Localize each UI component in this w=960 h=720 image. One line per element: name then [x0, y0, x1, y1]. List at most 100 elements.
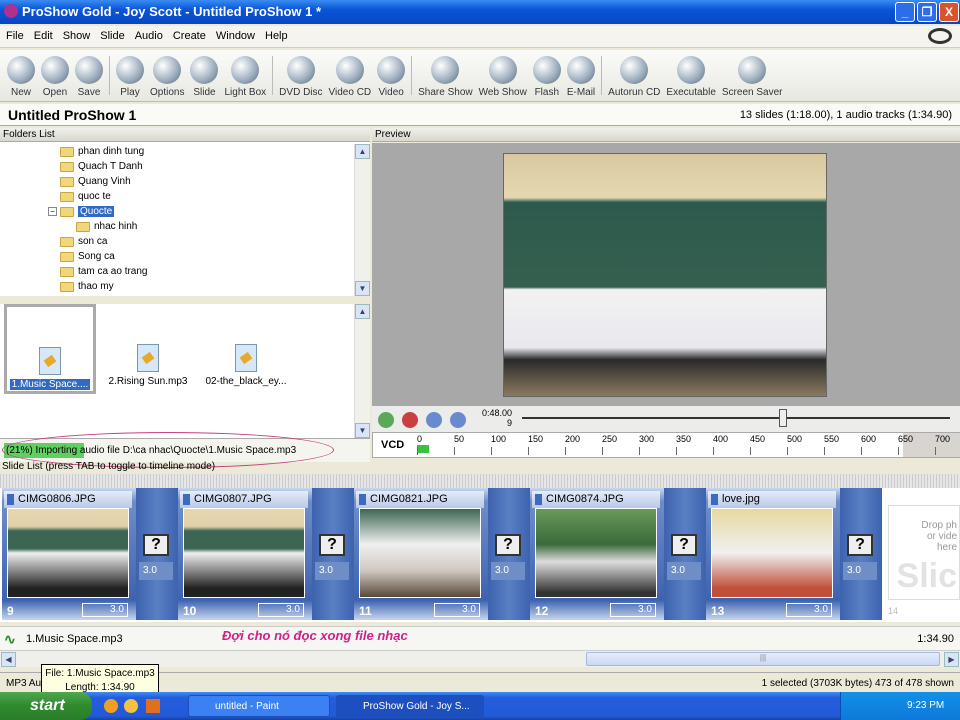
save-icon	[75, 56, 103, 84]
transition-duration[interactable]: 3.0	[843, 562, 877, 580]
folder-item[interactable]: Song ca	[60, 249, 115, 264]
tooltip-file: File: 1.Music Space.mp3	[45, 668, 155, 679]
task-paint[interactable]: untitled - Paint	[188, 695, 330, 717]
restore-button[interactable]: ❐	[917, 2, 937, 22]
folder-item[interactable]: tam ca ao trang	[60, 264, 147, 279]
menu-create[interactable]: Create	[167, 26, 210, 42]
transition-duration[interactable]: 3.0	[315, 562, 349, 580]
save-button[interactable]: Save	[72, 50, 106, 101]
play-icon[interactable]	[378, 412, 394, 428]
share-show-button[interactable]: Share Show	[415, 50, 475, 101]
preview-image	[503, 153, 827, 397]
collapse-icon[interactable]: −	[48, 207, 57, 216]
folder-item[interactable]: quoc te	[60, 189, 111, 204]
menu-audio[interactable]: Audio	[129, 26, 167, 42]
folder-item[interactable]: Quang Vinh	[60, 174, 131, 189]
files-scrollbar[interactable]: ▲ ▼	[354, 304, 370, 438]
task-proshow[interactable]: ProShow Gold - Joy S...	[336, 695, 484, 717]
transition-duration[interactable]: 3.0	[139, 562, 173, 580]
previous-icon[interactable]	[426, 412, 442, 428]
autorun-cd-button[interactable]: Autorun CD	[605, 50, 663, 101]
menu-slide[interactable]: Slide	[94, 26, 128, 42]
slide-duration[interactable]: 3.0	[82, 603, 128, 617]
flash-button[interactable]: Flash	[530, 50, 564, 101]
scroll-left-button[interactable]: ◀	[1, 652, 16, 667]
folder-item[interactable]: son ca	[60, 234, 107, 249]
slide-number: 10	[183, 604, 197, 618]
file-item[interactable]: 2.Rising Sun.mp3	[102, 304, 194, 394]
e-mail-button[interactable]: E-Mail	[564, 50, 598, 101]
slide-duration[interactable]: 3.0	[786, 603, 832, 617]
quick-launch-icon[interactable]	[104, 699, 118, 713]
audio-track[interactable]: ∿ 1.Music Space.mp3 Đợi cho nó đọc xong …	[0, 626, 960, 650]
menu-show[interactable]: Show	[57, 26, 95, 42]
transition-unknown-icon[interactable]: ?	[495, 534, 521, 556]
drop-text: or vide	[926, 531, 957, 542]
slide-duration[interactable]: 3.0	[610, 603, 656, 617]
transition[interactable]: ? 3.0	[488, 488, 530, 620]
ruler-tick	[528, 447, 529, 455]
transition[interactable]: ? 3.0	[312, 488, 354, 620]
transition-duration[interactable]: 3.0	[667, 562, 701, 580]
toolbar-label: DVD Disc	[279, 87, 323, 98]
quick-launch-icon[interactable]	[146, 699, 160, 713]
options-button[interactable]: Options	[147, 50, 187, 101]
transition-unknown-icon[interactable]: ?	[319, 534, 345, 556]
slide-card[interactable]: CIMG0807.JPG 10 3.0	[178, 488, 312, 620]
position-slider[interactable]	[522, 417, 950, 419]
scroll-down-button[interactable]: ▼	[355, 281, 370, 296]
transition-duration[interactable]: 3.0	[491, 562, 525, 580]
transition[interactable]: ? 3.0	[136, 488, 178, 620]
slide-card[interactable]: CIMG0821.JPG 11 3.0	[354, 488, 488, 620]
web-show-button[interactable]: Web Show	[476, 50, 530, 101]
folders-scrollbar[interactable]: ▲ ▼	[354, 144, 370, 296]
next-icon[interactable]	[450, 412, 466, 428]
quick-launch-icon[interactable]	[124, 699, 138, 713]
scroll-up-button[interactable]: ▲	[355, 304, 370, 319]
menu-file[interactable]: File	[0, 26, 28, 42]
transition-unknown-icon[interactable]: ?	[143, 534, 169, 556]
folder-item[interactable]: phan dinh tung	[60, 144, 144, 159]
drop-zone[interactable]: Drop ph or vide here Slic	[888, 505, 960, 600]
slide-card[interactable]: CIMG0806.JPG 9 3.0	[2, 488, 136, 620]
transition[interactable]: ? 3.0	[840, 488, 882, 620]
minimize-button[interactable]: _	[895, 2, 915, 22]
play-button[interactable]: Play	[113, 50, 147, 101]
video-cd-button[interactable]: Video CD	[326, 50, 375, 101]
video-button[interactable]: Video	[374, 50, 408, 101]
scroll-right-button[interactable]: ▶	[944, 652, 959, 667]
executable-button[interactable]: Executable	[663, 50, 718, 101]
slider-thumb[interactable]	[779, 409, 788, 427]
slide-card[interactable]: love.jpg 13 3.0	[706, 488, 840, 620]
scrollbar-thumb[interactable]: |||	[586, 652, 940, 666]
file-item[interactable]: 1.Music Space....	[4, 304, 96, 394]
stop-icon[interactable]	[402, 412, 418, 428]
scroll-down-button[interactable]: ▼	[355, 423, 370, 438]
transition-unknown-icon[interactable]: ?	[671, 534, 697, 556]
time-value: 0:48.00	[481, 408, 512, 418]
slide-button[interactable]: Slide	[187, 50, 221, 101]
start-button[interactable]: start	[0, 692, 92, 720]
close-button[interactable]: X	[939, 2, 959, 22]
screen-saver-icon	[738, 56, 767, 84]
menu-window[interactable]: Window	[210, 26, 259, 42]
folder-item[interactable]: Quach T Danh	[60, 159, 143, 174]
folder-item[interactable]: − Quocte	[48, 204, 115, 219]
menu-edit[interactable]: Edit	[28, 26, 57, 42]
scroll-up-button[interactable]: ▲	[355, 144, 370, 159]
light-box-button[interactable]: Light Box	[221, 50, 269, 101]
new-button[interactable]: New	[4, 50, 38, 101]
window-title: ProShow Gold - Joy Scott - Untitled ProS…	[22, 4, 322, 19]
folder-item[interactable]: nhac hinh	[76, 219, 137, 234]
dvd-disc-button[interactable]: DVD Disc	[276, 50, 325, 101]
transition[interactable]: ? 3.0	[664, 488, 706, 620]
menu-help[interactable]: Help	[259, 26, 292, 42]
transition-unknown-icon[interactable]: ?	[847, 534, 873, 556]
open-button[interactable]: Open	[38, 50, 72, 101]
folder-item[interactable]: thao my	[60, 279, 114, 294]
file-item[interactable]: 02-the_black_ey...	[200, 304, 292, 394]
slide-duration[interactable]: 3.0	[258, 603, 304, 617]
slide-duration[interactable]: 3.0	[434, 603, 480, 617]
screen-saver-button[interactable]: Screen Saver	[719, 50, 786, 101]
slide-card[interactable]: CIMG0874.JPG 12 3.0	[530, 488, 664, 620]
